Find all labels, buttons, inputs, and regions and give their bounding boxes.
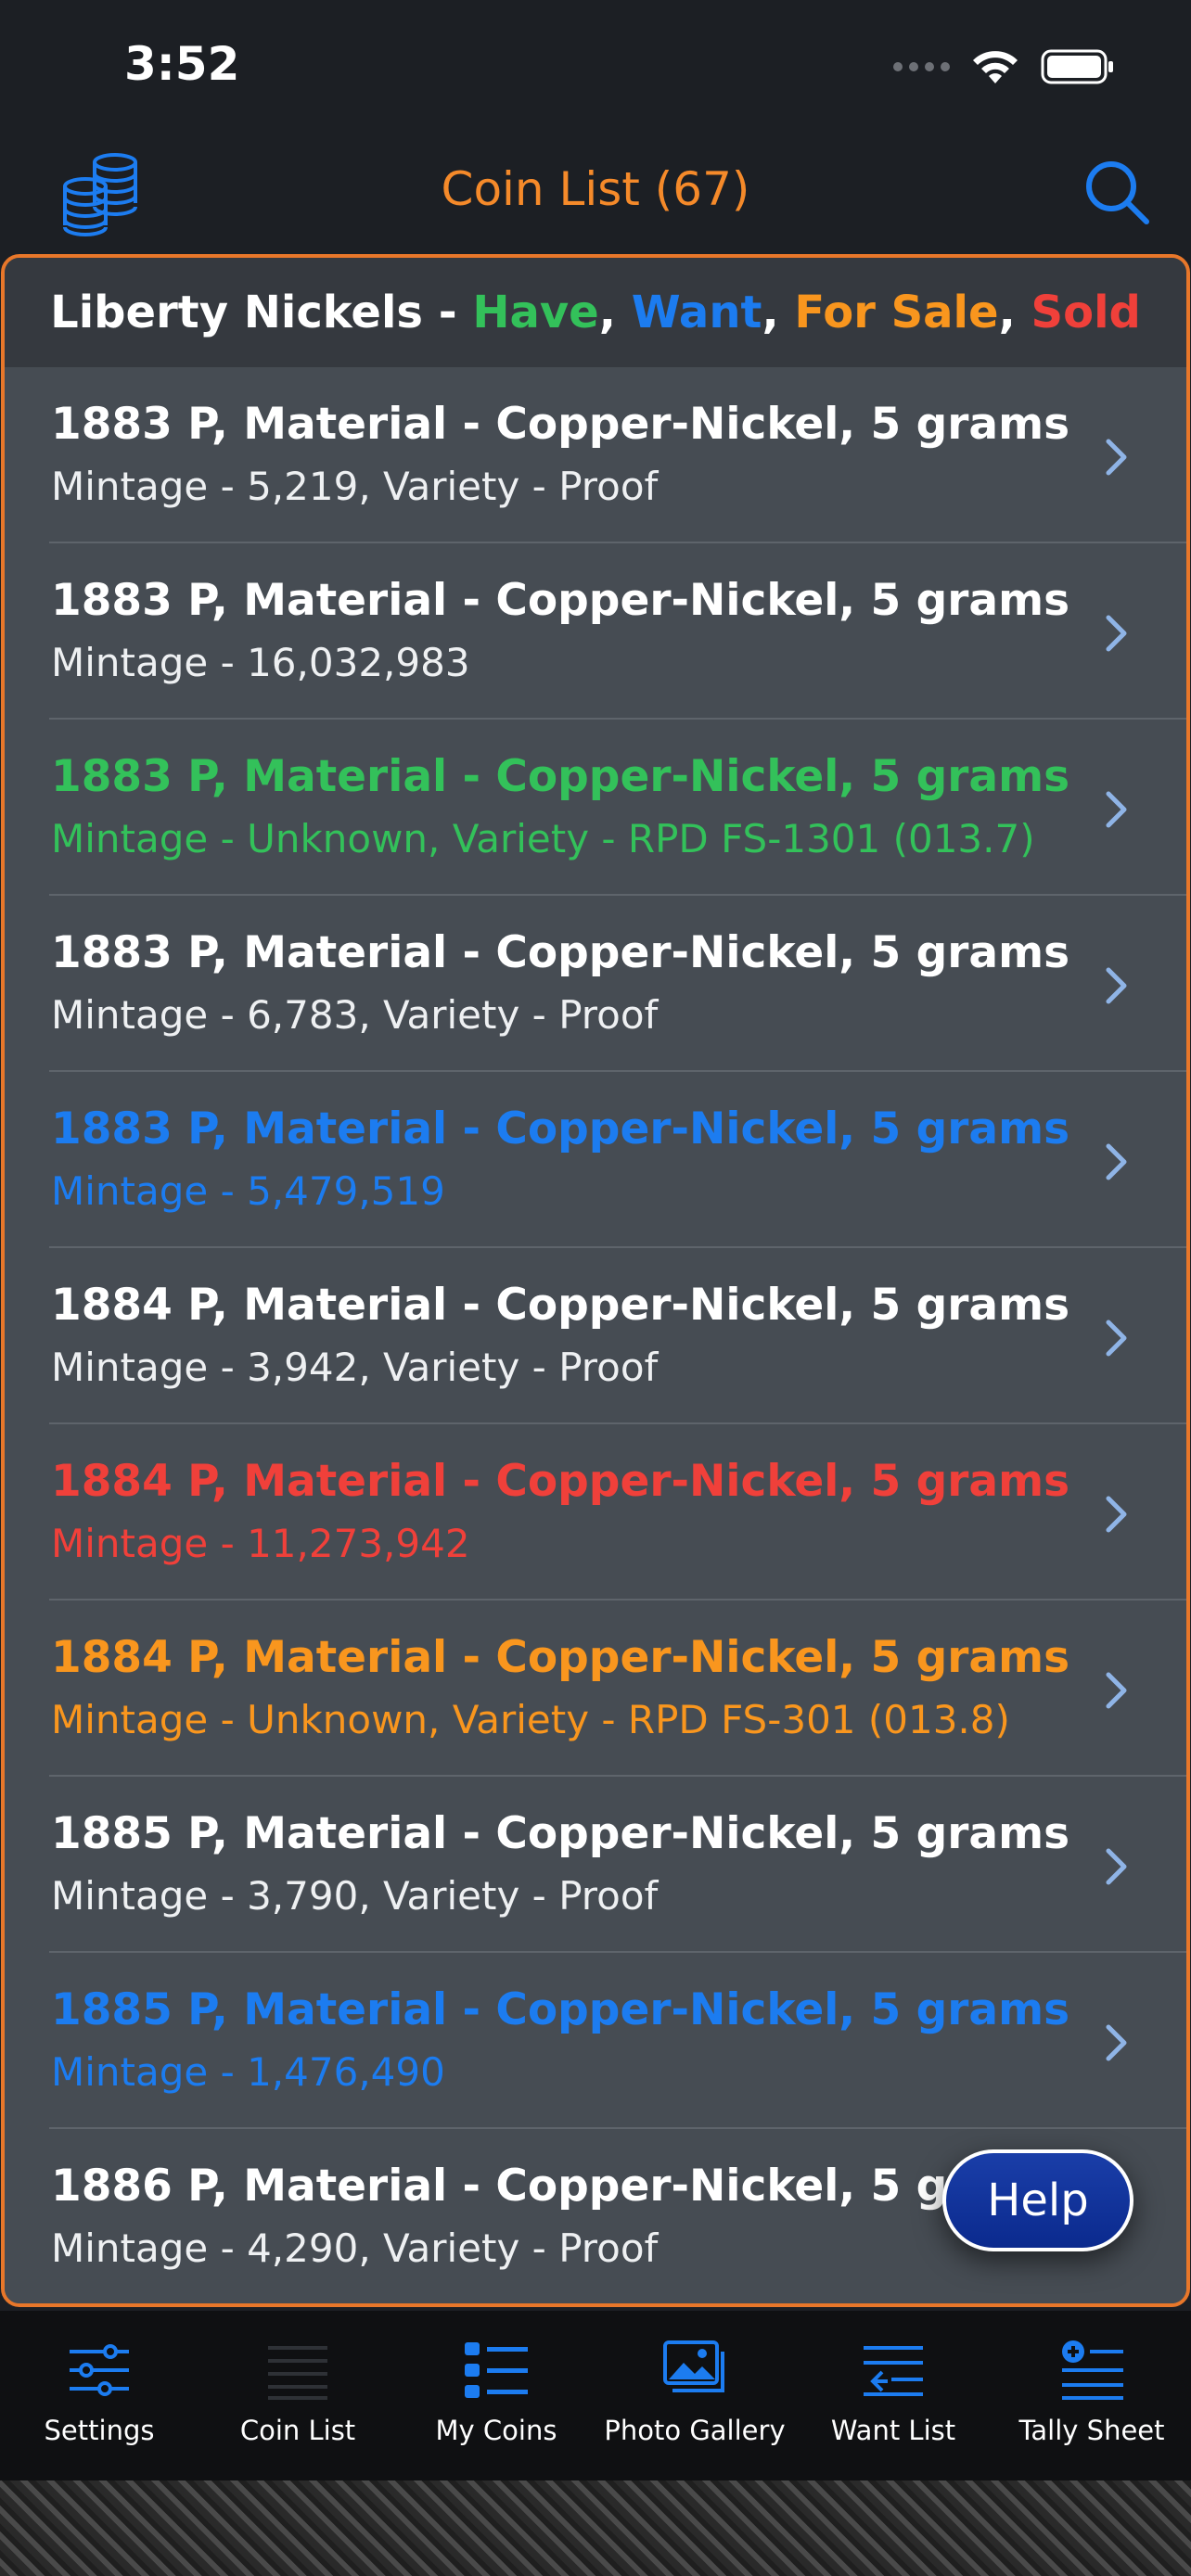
status-time: 3:52: [124, 37, 240, 91]
coin-row[interactable]: 1883 P, Material - Copper-Nickel, 5 gram…: [5, 543, 1186, 720]
coin-list-screen: 3:52 Coin List (67) Liberty Nickels - Ha…: [0, 0, 1191, 2576]
coin-row-subtitle: Mintage - 3,790, Variety - Proof: [51, 1873, 659, 1919]
chevron-right-icon: [1106, 1848, 1127, 1885]
coin-row-title: 1885 P, Material - Copper-Nickel, 5 gram…: [51, 1984, 1070, 2035]
tally-add-icon: [1062, 2340, 1123, 2400]
coin-row[interactable]: 1883 P, Material - Copper-Nickel, 5 gram…: [5, 367, 1186, 543]
legend-separator: ,: [762, 287, 795, 338]
tab-label: Settings: [44, 2415, 155, 2446]
chevron-right-icon: [1106, 1496, 1127, 1533]
tab-coin-list[interactable]: Coin List: [198, 2311, 397, 2480]
carbon-fiber-footer: [0, 2480, 1191, 2576]
coin-row-subtitle: Mintage - Unknown, Variety - RPD FS-1301…: [51, 816, 1035, 861]
photo-gallery-icon: [663, 2340, 724, 2392]
navigation-bar: Coin List (67): [0, 134, 1191, 250]
coin-row-title: 1885 P, Material - Copper-Nickel, 5 gram…: [51, 1808, 1070, 1859]
coin-row-subtitle: Mintage - 3,942, Variety - Proof: [51, 1345, 659, 1390]
cellular-signal-icon: [893, 62, 950, 71]
chevron-right-icon: [1106, 439, 1127, 476]
list-section-header: Liberty Nickels - Have, Want, For Sale, …: [5, 258, 1186, 367]
coin-row-subtitle: Mintage - 5,219, Variety - Proof: [51, 464, 659, 509]
coin-row-title: 1884 P, Material - Copper-Nickel, 5 gram…: [51, 1456, 1070, 1507]
coin-row-subtitle: Mintage - 5,479,519: [51, 1168, 445, 1214]
coin-row[interactable]: 1883 P, Material - Copper-Nickel, 5 gram…: [5, 1072, 1186, 1248]
coin-row-title: 1884 P, Material - Copper-Nickel, 5 gram…: [51, 1280, 1070, 1331]
coin-row-title: 1883 P, Material - Copper-Nickel, 5 gram…: [51, 399, 1070, 450]
tab-bar: Settings Coin List My Coins Photo Galler…: [0, 2311, 1191, 2480]
coin-list: Liberty Nickels - Have, Want, For Sale, …: [1, 254, 1190, 2307]
coin-row[interactable]: 1884 P, Material - Copper-Nickel, 5 gram…: [5, 1600, 1186, 1777]
status-bar: 3:52: [0, 0, 1191, 134]
want-list-icon: [864, 2346, 923, 2396]
tab-label: Coin List: [239, 2415, 356, 2446]
tab-settings[interactable]: Settings: [0, 2311, 198, 2480]
sliders-icon: [70, 2344, 129, 2396]
battery-icon: [1041, 49, 1113, 84]
chevron-right-icon: [1106, 1143, 1127, 1180]
tab-label: Want List: [830, 2415, 956, 2446]
coin-row-subtitle: Mintage - 16,032,983: [51, 640, 470, 685]
chevron-right-icon: [1106, 1320, 1127, 1357]
legend-have: Have: [472, 287, 599, 338]
coin-row-subtitle: Mintage - 4,290, Variety - Proof: [51, 2225, 659, 2271]
tab-photo-gallery[interactable]: Photo Gallery: [596, 2311, 794, 2480]
coin-row[interactable]: 1884 P, Material - Copper-Nickel, 5 gram…: [5, 1424, 1186, 1600]
coin-row-subtitle: Mintage - 11,273,942: [51, 1521, 470, 1566]
coin-row[interactable]: 1884 P, Material - Copper-Nickel, 5 gram…: [5, 1248, 1186, 1424]
coin-row-title: 1886 P, Material - Copper-Nickel, 5 gram…: [51, 2161, 1070, 2212]
coin-row[interactable]: 1883 P, Material - Copper-Nickel, 5 gram…: [5, 720, 1186, 896]
page-title: Coin List (67): [441, 162, 750, 216]
search-icon[interactable]: [1082, 157, 1152, 227]
wifi-icon: [973, 51, 1018, 83]
coin-row-subtitle: Mintage - 1,476,490: [51, 2049, 445, 2095]
chevron-right-icon: [1106, 1672, 1127, 1709]
legend-want: Want: [631, 287, 762, 338]
coin-row-title: 1883 P, Material - Copper-Nickel, 5 gram…: [51, 1103, 1070, 1154]
chevron-right-icon: [1106, 791, 1127, 828]
status-icons: [893, 48, 1115, 85]
series-name: Liberty Nickels -: [50, 287, 473, 338]
coin-row-subtitle: Mintage - Unknown, Variety - RPD FS-301 …: [51, 1697, 1010, 1742]
tab-tally-sheet[interactable]: Tally Sheet: [992, 2311, 1191, 2480]
coin-row-subtitle: Mintage - 6,783, Variety - Proof: [51, 992, 659, 1038]
help-button[interactable]: Help: [942, 2149, 1133, 2251]
tab-my-coins[interactable]: My Coins: [397, 2311, 596, 2480]
legend-sold: Sold: [1031, 287, 1141, 338]
coin-row[interactable]: 1885 P, Material - Copper-Nickel, 5 gram…: [5, 1953, 1186, 2129]
coin-row-title: 1884 P, Material - Copper-Nickel, 5 gram…: [51, 1632, 1070, 1683]
tab-label: Photo Gallery: [604, 2415, 786, 2446]
legend-separator: ,: [998, 287, 1031, 338]
tab-label: My Coins: [435, 2415, 557, 2446]
list-lines-icon: [268, 2346, 327, 2400]
legend-separator: ,: [598, 287, 632, 338]
bulleted-list-icon: [465, 2342, 528, 2398]
chevron-right-icon: [1106, 615, 1127, 652]
tab-label: Tally Sheet: [1018, 2415, 1165, 2446]
chevron-right-icon: [1106, 2024, 1127, 2061]
legend-for-sale: For Sale: [794, 287, 999, 338]
tab-want-list[interactable]: Want List: [794, 2311, 992, 2480]
chevron-right-icon: [1106, 967, 1127, 1004]
coin-row-title: 1883 P, Material - Copper-Nickel, 5 gram…: [51, 751, 1070, 802]
coin-row[interactable]: 1885 P, Material - Copper-Nickel, 5 gram…: [5, 1777, 1186, 1953]
coin-row-title: 1883 P, Material - Copper-Nickel, 5 gram…: [51, 575, 1070, 626]
coin-row-title: 1883 P, Material - Copper-Nickel, 5 gram…: [51, 927, 1070, 978]
coin-row[interactable]: 1883 P, Material - Copper-Nickel, 5 gram…: [5, 896, 1186, 1072]
